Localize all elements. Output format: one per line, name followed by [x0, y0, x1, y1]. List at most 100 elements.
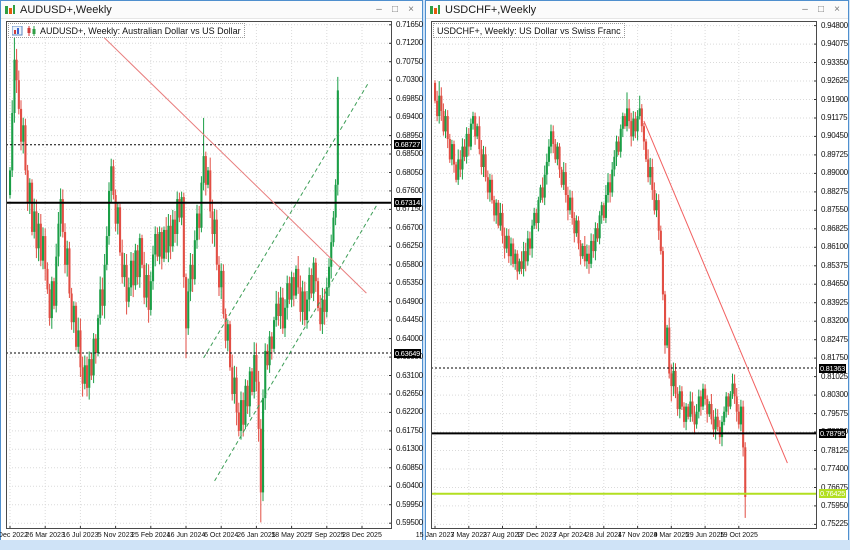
price-tick-label: 0.78125: [821, 447, 848, 455]
price-tick-label: 0.75225: [821, 520, 848, 528]
time-tick-label: 9 Mar 2025: [654, 532, 689, 539]
price-tick-label: 0.84650: [821, 280, 848, 288]
maximize-button[interactable]: □: [813, 2, 829, 17]
chart-symbol-label-usdchf[interactable]: USDCHF+, Weekly: US Dollar vs Swiss Fran…: [433, 23, 625, 38]
price-tick-label: 0.62200: [396, 408, 423, 416]
time-tick-label: 7 Apr 2024: [553, 532, 587, 539]
price-tick-label: 0.85375: [821, 262, 848, 270]
price-tick-label: 0.71650: [396, 21, 423, 29]
time-axis-usdchf[interactable]: 15 Jan 20237 May 202327 Aug 202317 Dec 2…: [431, 531, 817, 542]
price-axis-usdchf[interactable]: 0.948000.940750.933500.926250.919000.911…: [818, 21, 848, 529]
price-tick-label: 0.75950: [821, 502, 848, 510]
price-tick-label: 0.91175: [821, 114, 847, 122]
price-tick-label: 0.86825: [821, 225, 848, 233]
price-tick-label: 0.93350: [821, 59, 848, 67]
price-line-label: 0.63649: [394, 349, 421, 358]
time-tick-label: 26 Jan 2025: [237, 532, 276, 539]
app-icon: [4, 4, 16, 16]
time-tick-label: 16 Jun 2024: [167, 532, 206, 539]
price-tick-label: 0.68050: [396, 169, 423, 177]
price-tick-label: 0.83200: [821, 317, 848, 325]
price-tick-label: 0.65800: [396, 261, 423, 269]
chart-symbol-text: AUDUSD+, Weekly: Australian Dollar vs US…: [40, 26, 241, 36]
price-tick-label: 0.88275: [821, 188, 848, 196]
price-tick-label: 0.89725: [821, 151, 848, 159]
chart-symbol-text: USDCHF+, Weekly: US Dollar vs Swiss Fran…: [437, 26, 621, 36]
price-line-label: 0.76425: [819, 489, 846, 498]
candlestick-icon: [26, 26, 37, 36]
price-tick-label: 0.64450: [396, 316, 423, 324]
time-tick-label: 16 Jul 2023: [62, 532, 98, 539]
price-tick-label: 0.89000: [821, 169, 848, 177]
price-chart-usdchf[interactable]: [431, 21, 817, 529]
time-tick-label: 28 Dec 2025: [342, 532, 382, 539]
chart-window-usdchf: USDCHF+,Weekly – □ × 0.948000.940750.933…: [425, 0, 849, 540]
price-tick-label: 0.68950: [396, 132, 423, 140]
time-tick-label: 17 Nov 2024: [618, 532, 658, 539]
price-chart-audusd[interactable]: [6, 21, 392, 529]
price-tick-label: 0.61300: [396, 445, 423, 453]
price-tick-label: 0.64900: [396, 298, 423, 306]
time-tick-label: 19 Oct 2025: [720, 532, 758, 539]
price-tick-label: 0.70750: [396, 58, 423, 66]
time-tick-label: 6 Oct 2024: [204, 532, 238, 539]
price-tick-label: 0.59950: [396, 501, 423, 509]
price-tick-label: 0.66700: [396, 224, 423, 232]
price-tick-label: 0.91900: [821, 96, 848, 104]
titlebar-usdchf[interactable]: USDCHF+,Weekly – □ ×: [426, 1, 848, 19]
time-tick-label: 28 Jul 2024: [586, 532, 622, 539]
minimize-button[interactable]: –: [797, 2, 813, 17]
price-tick-label: 0.68500: [396, 150, 423, 158]
price-tick-label: 0.61750: [396, 427, 423, 435]
price-tick-label: 0.69400: [396, 113, 423, 121]
time-tick-label: 18 May 2025: [271, 532, 311, 539]
time-tick-label: 7 Sep 2025: [309, 532, 345, 539]
close-button[interactable]: ×: [403, 2, 419, 17]
time-tick-label: 26 Mar 2023: [26, 532, 65, 539]
price-tick-label: 0.62650: [396, 390, 423, 398]
titlebar-audusd[interactable]: AUDUSD+,Weekly – □ ×: [1, 1, 422, 19]
chart-area-usdchf: 0.948000.940750.933500.926250.919000.911…: [426, 19, 848, 540]
price-tick-label: 0.82475: [821, 336, 848, 344]
time-tick-label: 4 Dec 2022: [0, 532, 28, 539]
price-tick-label: 0.63100: [396, 372, 423, 380]
price-line-label: 0.78795: [819, 429, 846, 438]
time-tick-label: 7 May 2023: [451, 532, 488, 539]
time-tick-label: 15 Jan 2023: [416, 532, 455, 539]
price-tick-label: 0.77400: [821, 465, 848, 473]
price-tick-label: 0.94075: [821, 40, 848, 48]
price-tick-label: 0.59500: [396, 519, 423, 527]
price-tick-label: 0.80300: [821, 391, 848, 399]
minimize-button[interactable]: –: [371, 2, 387, 17]
price-tick-label: 0.65350: [396, 279, 423, 287]
time-tick-label: 17 Dec 2023: [516, 532, 556, 539]
chart-symbol-label-audusd[interactable]: AUDUSD+, Weekly: Australian Dollar vs US…: [8, 23, 245, 38]
time-tick-label: 29 Jun 2025: [686, 532, 725, 539]
chart-window-audusd: AUDUSD+,Weekly – □ × 0.716500.712000.707…: [0, 0, 423, 540]
price-tick-label: 0.81025: [821, 373, 848, 381]
price-tick-label: 0.87550: [821, 206, 848, 214]
price-tick-label: 0.60850: [396, 464, 423, 472]
maximize-button[interactable]: □: [387, 2, 403, 17]
price-tick-label: 0.64000: [396, 335, 423, 343]
price-tick-label: 0.90450: [821, 132, 848, 140]
time-tick-label: 25 Feb 2024: [131, 532, 170, 539]
price-tick-label: 0.81750: [821, 354, 848, 362]
price-tick-label: 0.69850: [396, 95, 423, 103]
price-line-label: 0.81363: [819, 364, 846, 373]
price-tick-label: 0.67600: [396, 187, 423, 195]
price-tick-label: 0.92625: [821, 77, 848, 85]
chart-area-audusd: 0.716500.712000.707500.703000.698500.694…: [1, 19, 422, 540]
price-tick-label: 0.86100: [821, 243, 848, 251]
bar-chart-icon: [12, 26, 23, 36]
price-line-label: 0.67314: [394, 198, 421, 207]
window-title: USDCHF+,Weekly: [445, 4, 797, 16]
price-tick-label: 0.66250: [396, 242, 423, 250]
price-tick-label: 0.79575: [821, 410, 848, 418]
time-axis-audusd[interactable]: 4 Dec 202226 Mar 202316 Jul 20235 Nov 20…: [6, 531, 392, 542]
time-tick-label: 5 Nov 2023: [98, 532, 134, 539]
price-line-label: 0.68727: [394, 140, 421, 149]
price-tick-label: 0.60400: [396, 482, 423, 490]
close-button[interactable]: ×: [829, 2, 845, 17]
price-axis-audusd[interactable]: 0.716500.712000.707500.703000.698500.694…: [393, 21, 423, 529]
